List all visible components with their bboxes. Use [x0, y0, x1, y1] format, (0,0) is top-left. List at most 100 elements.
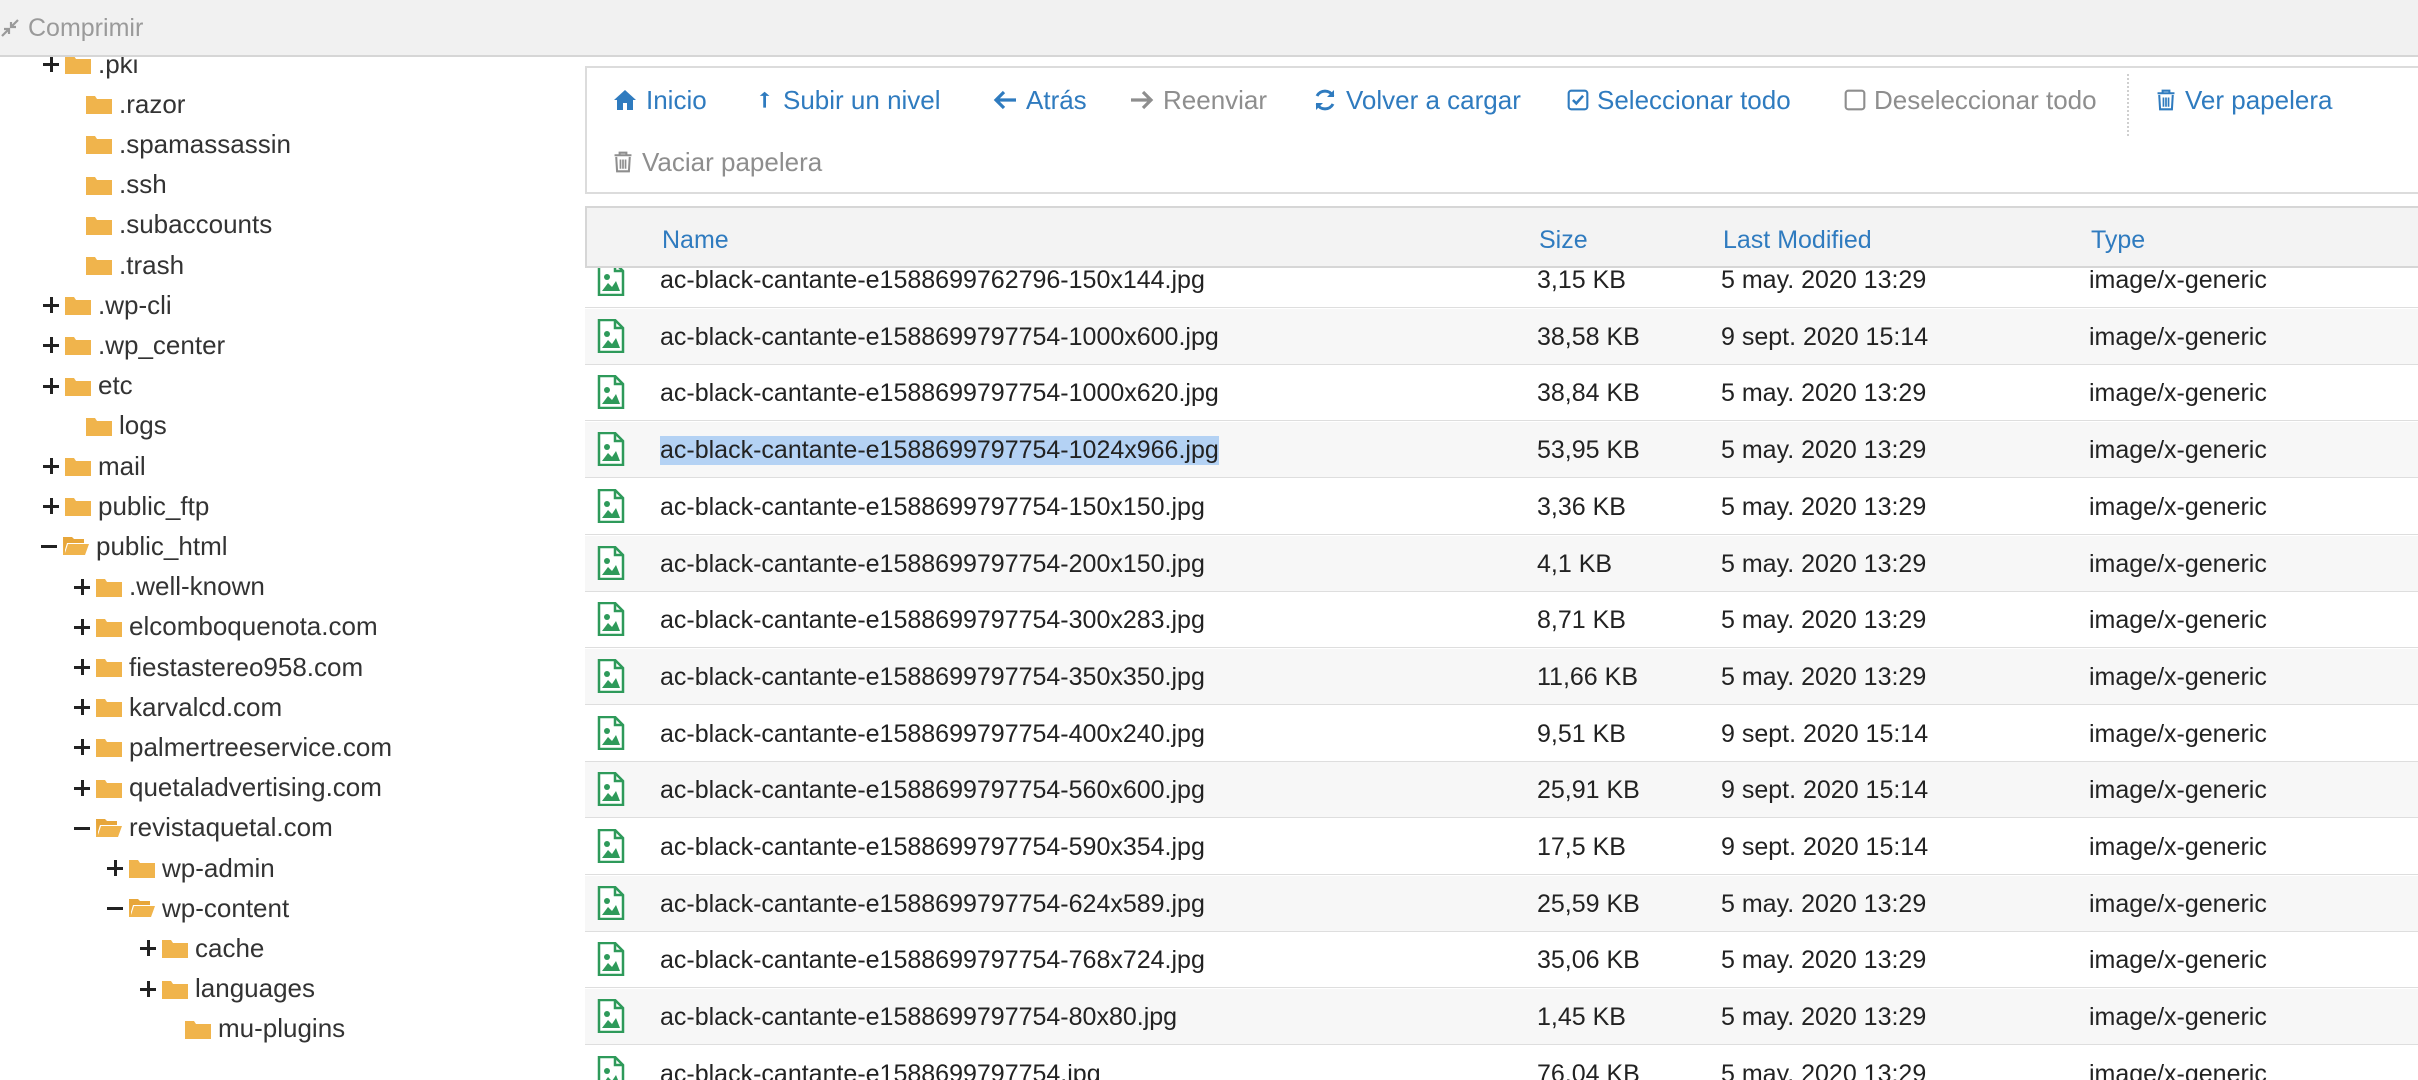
tree-item-label[interactable]: .razor	[119, 89, 185, 120]
column-header-size[interactable]: Size	[1539, 226, 1588, 255]
tree-item[interactable]: wp-content	[106, 888, 289, 928]
expand-toggle-icon[interactable]	[139, 939, 157, 957]
file-name[interactable]: ac-black-cantante-e1588699762796-150x144…	[660, 268, 1205, 295]
tree-item[interactable]: karvalcd.com	[73, 687, 282, 727]
tree-item[interactable]: .well-known	[73, 567, 265, 607]
expand-toggle-icon[interactable]	[73, 779, 91, 797]
table-row[interactable]: ac-black-cantante-e1588699797754-768x724…	[585, 932, 2418, 989]
tree-item-label[interactable]: quetaladvertising.com	[129, 772, 382, 803]
expand-toggle-icon[interactable]	[42, 336, 60, 354]
expand-toggle-icon[interactable]	[42, 497, 60, 515]
up-level-button[interactable]: Subir un nivel	[757, 82, 941, 118]
forward-button[interactable]: Reenviar	[1129, 82, 1267, 118]
expand-toggle-icon[interactable]	[73, 658, 91, 676]
tree-item-label[interactable]: karvalcd.com	[129, 692, 282, 723]
table-row[interactable]: ac-black-cantante-e1588699762796-150x144…	[585, 268, 2418, 308]
expand-toggle-icon[interactable]	[73, 578, 91, 596]
tree-item[interactable]: public_ftp	[42, 486, 209, 526]
tree-item-label[interactable]: elcomboquenota.com	[129, 611, 378, 642]
file-name[interactable]: ac-black-cantante-e1588699797754-590x354…	[660, 833, 1205, 862]
file-name[interactable]: ac-black-cantante-e1588699797754.jpg	[660, 1060, 1101, 1080]
file-name[interactable]: ac-black-cantante-e1588699797754-768x724…	[660, 946, 1205, 975]
tree-item-label[interactable]: public_html	[96, 531, 228, 562]
table-row[interactable]: ac-black-cantante-e1588699797754-150x150…	[585, 479, 2418, 535]
table-row[interactable]: ac-black-cantante-e1588699797754-80x80.j…	[585, 989, 2418, 1046]
expand-toggle-icon[interactable]	[106, 859, 124, 877]
table-row[interactable]: ac-black-cantante-e1588699797754-1024x96…	[585, 422, 2418, 479]
expand-toggle-icon[interactable]	[42, 57, 60, 73]
deselect-all-button[interactable]: Deseleccionar todo	[1844, 82, 2097, 118]
tree-item-label[interactable]: logs	[119, 410, 167, 441]
tree-item-label[interactable]: .ssh	[119, 169, 167, 200]
tree-item[interactable]: wp-admin	[106, 848, 275, 888]
file-name[interactable]: ac-black-cantante-e1588699797754-560x600…	[660, 776, 1205, 805]
tree-item[interactable]: .wp-cli	[42, 285, 172, 325]
table-row[interactable]: ac-black-cantante-e1588699797754-350x350…	[585, 648, 2418, 705]
table-row[interactable]: ac-black-cantante-e1588699797754-300x283…	[585, 592, 2418, 649]
file-name[interactable]: ac-black-cantante-e1588699797754-400x240…	[660, 720, 1205, 749]
expand-toggle-icon[interactable]	[73, 618, 91, 636]
tree-item-label[interactable]: .well-known	[129, 571, 265, 602]
collapse-toggle-icon[interactable]	[106, 899, 124, 917]
file-name[interactable]: ac-black-cantante-e1588699797754-350x350…	[660, 663, 1205, 692]
tree-item-label[interactable]: languages	[195, 973, 315, 1004]
tree-item[interactable]: mail	[42, 446, 146, 486]
tree-item-label[interactable]: fiestastereo958.com	[129, 652, 363, 683]
table-row[interactable]: ac-black-cantante-e1588699797754-400x240…	[585, 706, 2418, 762]
expand-toggle-icon[interactable]	[73, 738, 91, 756]
table-row[interactable]: ac-black-cantante-e1588699797754-590x354…	[585, 819, 2418, 875]
file-name[interactable]: ac-black-cantante-e1588699797754-80x80.j…	[660, 1003, 1177, 1032]
reload-button[interactable]: Volver a cargar	[1312, 82, 1521, 118]
expand-toggle-icon[interactable]	[42, 457, 60, 475]
tree-item-label[interactable]: mail	[98, 451, 146, 482]
expand-toggle-icon[interactable]	[139, 980, 157, 998]
tree-item-label[interactable]: mu-plugins	[218, 1013, 345, 1044]
table-row[interactable]: ac-black-cantante-e1588699797754-200x150…	[585, 535, 2418, 592]
column-header-modified[interactable]: Last Modified	[1723, 226, 1872, 255]
file-name[interactable]: ac-black-cantante-e1588699797754-1000x60…	[660, 323, 1219, 352]
tree-item[interactable]: .razor	[63, 84, 185, 124]
tree-item-label[interactable]: .trash	[119, 250, 184, 281]
file-name[interactable]: ac-black-cantante-e1588699797754-1000x62…	[660, 379, 1219, 408]
select-all-button[interactable]: Seleccionar todo	[1567, 82, 1791, 118]
tree-item-label[interactable]: .spamassassin	[119, 129, 291, 160]
tree-item-label[interactable]: .pki	[98, 57, 138, 80]
tree-item[interactable]: .trash	[63, 245, 184, 285]
tree-item[interactable]: .wp_center	[42, 325, 225, 365]
collapse-toggle-icon[interactable]	[73, 819, 91, 837]
tree-item-label[interactable]: etc	[98, 370, 133, 401]
tree-item-label[interactable]: cache	[195, 933, 264, 964]
collapse-toggle-icon[interactable]	[40, 537, 58, 555]
tree-item[interactable]: cache	[139, 928, 264, 968]
view-trash-button[interactable]: Ver papelera	[2155, 82, 2332, 118]
tree-item[interactable]: logs	[63, 406, 167, 446]
tree-item-label[interactable]: .wp-cli	[98, 290, 172, 321]
file-name[interactable]: ac-black-cantante-e1588699797754-300x283…	[660, 606, 1205, 635]
home-button[interactable]: Inicio	[612, 82, 707, 118]
tree-item[interactable]: .subaccounts	[63, 205, 272, 245]
compress-button[interactable]: Comprimir	[0, 12, 143, 44]
back-button[interactable]: Atrás	[992, 82, 1087, 118]
table-row[interactable]: ac-black-cantante-e1588699797754-1000x62…	[585, 365, 2418, 422]
table-row[interactable]: ac-black-cantante-e1588699797754-560x600…	[585, 762, 2418, 819]
tree-item-label[interactable]: .wp_center	[98, 330, 225, 361]
table-row[interactable]: ac-black-cantante-e1588699797754.jpg 76,0…	[585, 1046, 2418, 1080]
tree-item-label[interactable]: palmertreeservice.com	[129, 732, 392, 763]
tree-item-label[interactable]: wp-content	[162, 893, 289, 924]
tree-item[interactable]: fiestastereo958.com	[73, 647, 363, 687]
file-name[interactable]: ac-black-cantante-e1588699797754-624x589…	[660, 890, 1205, 919]
tree-item-label[interactable]: public_ftp	[98, 491, 209, 522]
tree-item[interactable]: .spamassassin	[63, 124, 291, 164]
column-header-type[interactable]: Type	[2091, 226, 2145, 255]
file-name[interactable]: ac-black-cantante-e1588699797754-200x150…	[660, 550, 1205, 579]
tree-item[interactable]: public_html	[40, 526, 228, 566]
file-name[interactable]: ac-black-cantante-e1588699797754-1024x96…	[660, 436, 1219, 466]
empty-trash-button[interactable]: Vaciar papelera	[612, 144, 822, 180]
tree-item-label[interactable]: .subaccounts	[119, 209, 272, 240]
expand-toggle-icon[interactable]	[42, 296, 60, 314]
tree-item[interactable]: palmertreeservice.com	[73, 727, 392, 767]
tree-item-label[interactable]: wp-admin	[162, 853, 275, 884]
table-row[interactable]: ac-black-cantante-e1588699797754-1000x60…	[585, 308, 2418, 365]
tree-item[interactable]: quetaladvertising.com	[73, 768, 382, 808]
file-name[interactable]: ac-black-cantante-e1588699797754-150x150…	[660, 493, 1205, 522]
